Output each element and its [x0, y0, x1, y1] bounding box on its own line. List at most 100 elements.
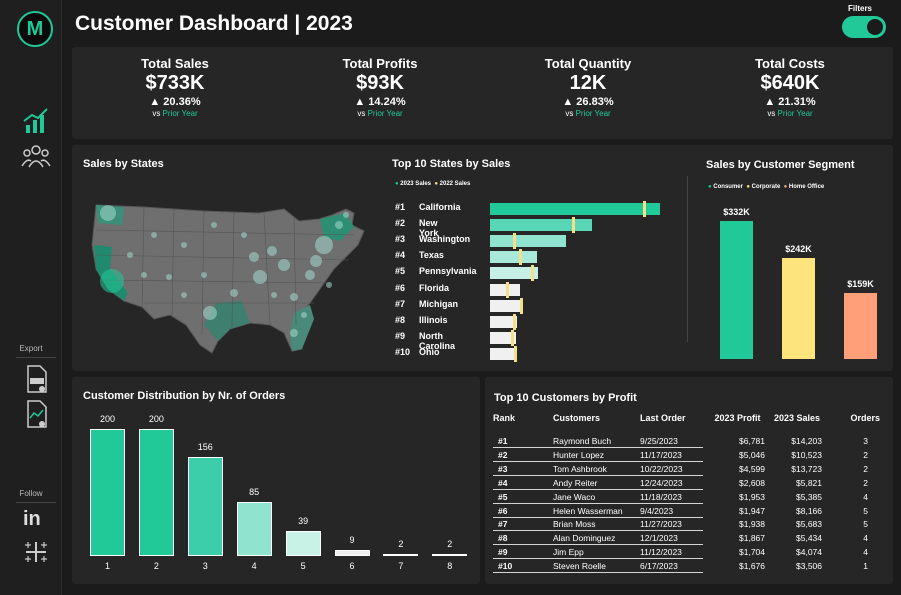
distribution-bar[interactable] — [334, 550, 370, 556]
segment-bar[interactable] — [844, 292, 877, 359]
chart-icon[interactable] — [20, 105, 52, 137]
linkedin-icon[interactable]: in — [23, 508, 41, 531]
pdf-export-icon[interactable] — [20, 363, 52, 395]
table-cell: 2 — [863, 477, 868, 488]
distribution-bar[interactable] — [432, 554, 468, 556]
kpi-value: $733K — [145, 72, 205, 94]
segment-bar[interactable] — [720, 221, 753, 359]
distribution-bar[interactable] — [383, 554, 419, 556]
brand-logo[interactable]: M — [17, 11, 53, 47]
distribution-bar[interactable] — [236, 502, 272, 556]
distribution-bar[interactable] — [90, 429, 125, 556]
state-name: Ohio — [419, 346, 440, 357]
state-marker-2022[interactable] — [506, 281, 510, 298]
table-cell: 11/17/2023 — [640, 449, 682, 460]
kpi-prior: Prior Year — [162, 109, 198, 118]
distribution-value-label: 85 — [249, 487, 260, 498]
table-row[interactable]: #9 Jim Epp 11/12/2023 $1,704 $4,074 4 — [490, 546, 885, 560]
map-title: Sales by States — [83, 158, 164, 170]
table-cell: 12/1/2023 — [640, 533, 678, 544]
state-bar-2023[interactable] — [490, 251, 537, 264]
table-cell: $1,953 — [739, 491, 765, 502]
kpi-value: $93K — [356, 72, 404, 94]
kpi-vs: vs — [565, 109, 574, 118]
state-bar-2023[interactable] — [490, 219, 593, 232]
customers-icon[interactable] — [20, 141, 52, 173]
kpi-value: $640K — [760, 72, 820, 94]
table-header[interactable]: 2023 Sales — [772, 413, 822, 423]
table-row[interactable]: #6 Helen Wasserman 9/4/2023 $1,947 $8,166 5 — [490, 505, 885, 518]
table-row[interactable]: #2 Hunter Lopez 11/17/2023 $5,046 $10,523 2 — [490, 449, 885, 462]
legend-2023: 2023 Sales — [400, 181, 431, 187]
segment-value-label: $159K — [847, 278, 874, 289]
row-underline — [493, 530, 703, 532]
state-rank: #9 — [395, 330, 406, 341]
segment-bar[interactable] — [782, 258, 815, 359]
table-row[interactable]: #7 Brian Moss 11/27/2023 $1,938 $5,683 5 — [490, 518, 885, 532]
state-bar-2023[interactable] — [490, 299, 523, 312]
table-cell: $1,704 — [739, 547, 765, 558]
table-cell: Andy Reiter — [553, 477, 598, 488]
table-cell: #4 — [498, 477, 508, 488]
table-cell: 2 — [863, 463, 868, 474]
distribution-value-label: 39 — [298, 516, 309, 527]
table-cell: Raymond Buch — [553, 436, 612, 446]
row-underline — [493, 460, 703, 462]
distribution-category-label: 3 — [202, 561, 208, 571]
table-row[interactable]: #8 Alan Dominguez 12/1/2023 $1,867 $5,434 4 — [490, 532, 885, 546]
table-header[interactable]: Customers — [553, 413, 600, 423]
table-row[interactable]: #1 Raymond Buch 9/25/2023 $6,781 $14,203 3 — [490, 435, 885, 448]
table-cell: 5 — [863, 519, 868, 530]
filters-toggle[interactable] — [842, 16, 886, 38]
table-header[interactable]: Rank — [493, 413, 515, 423]
table-cell: 12/24/2023 — [640, 477, 683, 488]
table-cell: $4,599 — [739, 463, 765, 474]
kpi-prior: Prior Year — [367, 109, 403, 118]
state-bar-2023[interactable] — [490, 235, 566, 248]
table-cell: 10/22/2023 — [640, 463, 683, 474]
state-rank: #7 — [395, 298, 406, 309]
table-row[interactable]: #10 Steven Roelle 6/17/2023 $1,676 $3,506 1 — [490, 560, 885, 574]
table-cell: $5,821 — [796, 477, 822, 488]
state-marker-2022[interactable] — [513, 233, 517, 250]
table-cell: 4 — [863, 533, 868, 544]
table-cell: $5,046 — [739, 449, 765, 460]
row-underline — [493, 447, 703, 448]
distribution-bar[interactable] — [285, 531, 321, 556]
state-marker-2022[interactable] — [519, 249, 523, 266]
kpi-compare: vs Prior Year — [690, 109, 890, 118]
state-marker-2022[interactable] — [520, 297, 524, 314]
state-bar-2023[interactable] — [490, 203, 660, 215]
legend-2022: 2022 Sales — [439, 181, 471, 187]
state-marker-2022[interactable] — [530, 265, 534, 282]
table-row[interactable]: #4 Andy Reiter 12/24/2023 $2,608 $5,821 2 — [490, 477, 885, 490]
state-marker-2022[interactable] — [510, 329, 514, 346]
state-rank: #10 — [395, 346, 411, 357]
tableau-icon[interactable] — [20, 536, 52, 568]
image-export-icon[interactable] — [20, 398, 52, 430]
table-cell: 6/17/2023 — [640, 561, 678, 572]
state-bar-2023[interactable] — [490, 347, 516, 360]
table-header[interactable]: Last Order — [640, 413, 686, 423]
state-marker-2022[interactable] — [513, 313, 517, 330]
state-name: Pennsylvania — [419, 266, 477, 277]
table-cell: 11/27/2023 — [640, 519, 682, 530]
row-underline — [493, 516, 703, 518]
table-row[interactable]: #5 Jane Waco 11/18/2023 $1,953 $5,385 4 — [490, 491, 885, 504]
distribution-bar[interactable] — [138, 429, 174, 556]
legend-home-office: Home Office — [788, 184, 825, 190]
table-row[interactable]: #3 Tom Ashbrook 10/22/2023 $4,599 $13,723 2 — [490, 463, 885, 476]
distribution-bar[interactable] — [187, 456, 223, 556]
state-marker-2022[interactable] — [514, 345, 518, 362]
state-rank: #5 — [395, 266, 406, 277]
top-states-title: Top 10 States by Sales — [392, 158, 511, 170]
state-marker-2022[interactable] — [571, 217, 575, 234]
table-header[interactable]: 2023 Profit — [710, 413, 765, 423]
kpi-card: Total Costs $640K ▲ 21.31% vs Prior Year — [690, 56, 890, 118]
state-marker-2022[interactable] — [642, 201, 646, 217]
table-cell: $1,947 — [739, 505, 765, 516]
table-header[interactable]: Orders — [842, 413, 880, 423]
distribution-value-label: 200 — [148, 414, 164, 424]
us-map[interactable] — [84, 185, 384, 360]
state-bar-2023[interactable] — [490, 283, 521, 296]
